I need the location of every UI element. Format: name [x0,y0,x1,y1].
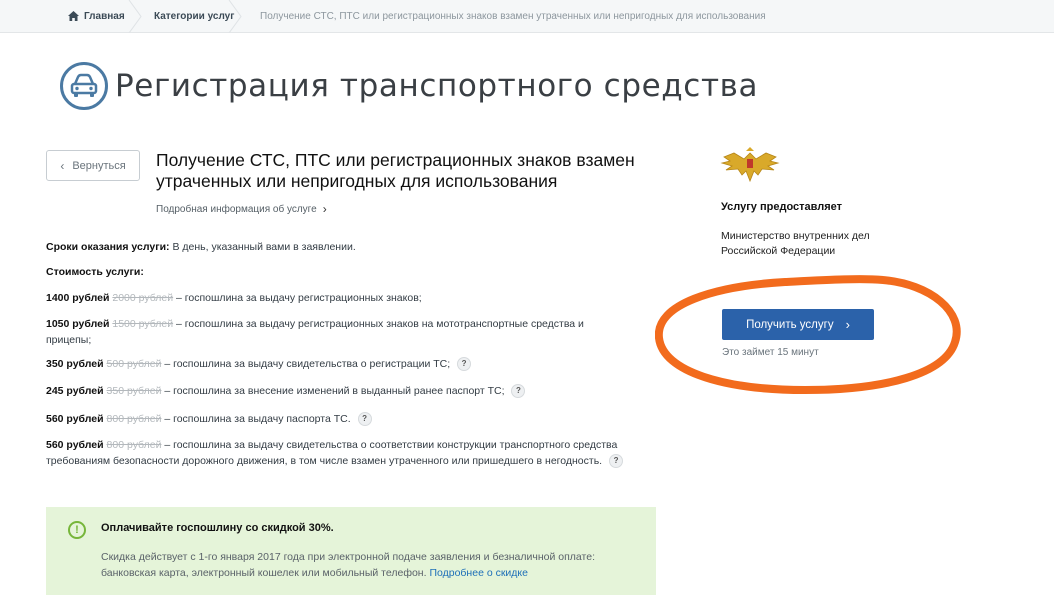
more-info-link[interactable]: Подробная информация об услуге › [156,202,327,216]
discount-text-line1: Скидка действует с 1-го января 2017 года… [101,551,595,563]
price-description: – госпошлина за выдачу паспорта ТС. [161,413,351,425]
chevron-right-icon: › [845,317,850,332]
double-headed-eagle-emblem-icon [720,147,780,185]
discount-text: Скидка действует с 1-го января 2017 года… [101,549,641,581]
old-price: 500 рублей [106,358,162,370]
terms-value: В день, указанный вами в заявлении. [169,241,356,253]
provider-label: Услугу предоставляет [721,201,843,213]
cost-item: 560 рублей 800 рублей – госпошлина за вы… [46,412,372,428]
discount-text-line2: банковская карта, электронный кошелек ил… [101,567,430,579]
service-title: Получение СТС, ПТС или регистрационных з… [156,150,635,191]
breadcrumb-home-label: Главная [84,10,125,22]
cost-item: 350 рублей 500 рублей – госпошлина за вы… [46,357,472,373]
breadcrumb: Главная Категории услуг Получение СТС, П… [0,0,1054,33]
car-icon [60,62,108,110]
breadcrumb-home[interactable]: Главная [0,0,142,33]
duration-note: Это займет 15 минут [722,347,819,358]
back-button[interactable]: ‹ Вернуться [46,150,140,181]
price-description: – госпошлина за выдачу регистрационных з… [173,318,584,330]
cost-label: Стоимость услуги: [46,266,144,278]
discount-title: Оплачивайте госпошлину со скидкой 30%. [101,522,334,534]
price-description: – госпошлина за выдачу свидетельства о р… [161,358,451,370]
chevron-right-icon: › [322,202,327,216]
price-description: – госпошлина за выдачу регистрационных з… [173,292,422,304]
price: 1400 рублей [46,292,110,304]
price-description-continued: требованиям безопасности дорожного движе… [46,454,603,467]
cost-item: 1050 рублей 1500 рублей – госпошлина за … [46,317,584,348]
discount-more-link[interactable]: Подробнее о скидке [429,567,528,579]
help-icon[interactable]: ? [457,357,472,372]
price: 560 рублей [46,413,104,425]
terms-row: Сроки оказания услуги: В день, указанный… [46,240,356,256]
page-header: Регистрация транспортного средства [60,62,758,110]
cost-item: 245 рублей 350 рублей – госпошлина за вн… [46,384,526,400]
get-service-label: Получить услугу [746,318,834,331]
help-icon[interactable]: ? [609,453,624,468]
price: 560 рублей [46,439,104,451]
more-info-label: Подробная информация об услуге [156,203,317,215]
provider-name: Министерство внутренних дел Российской Ф… [721,230,870,257]
terms-label: Сроки оказания услуги: [46,241,170,253]
help-icon[interactable]: ? [511,384,526,399]
old-price: 2000 рублей [112,292,174,304]
exclamation-icon: ! [68,521,86,539]
old-price: 800 рублей [106,439,162,451]
old-price: 800 рублей [106,413,162,425]
price-description: – госпошлина за внесение изменений в выд… [161,385,505,397]
breadcrumb-categories-label: Категории услуг [154,10,235,22]
back-button-label: Вернуться [72,159,126,172]
price: 245 рублей [46,385,104,397]
price-description: – госпошлина за выдачу свидетельства о с… [161,439,618,451]
cost-item: 560 рублей 800 рублей – госпошлина за вы… [46,438,624,469]
price-description-continued: прицепы; [46,333,92,346]
price: 1050 рублей [46,318,110,330]
home-icon [68,11,79,21]
cost-item: 1400 рублей 2000 рублей – госпошлина за … [46,291,422,307]
get-service-button[interactable]: Получить услугу › [722,309,874,340]
chevron-left-icon: ‹ [60,158,65,173]
page-title: Регистрация транспортного средства [115,68,759,104]
discount-notice: ! Оплачивайте госпошлину со скидкой 30%.… [46,507,656,595]
old-price: 350 рублей [106,385,162,397]
help-icon[interactable]: ? [357,412,372,427]
price: 350 рублей [46,358,104,370]
breadcrumb-current: Получение СТС, ПТС или регистрационных з… [260,10,766,22]
breadcrumb-categories[interactable]: Категории услуг [140,0,242,33]
old-price: 1500 рублей [112,318,174,330]
